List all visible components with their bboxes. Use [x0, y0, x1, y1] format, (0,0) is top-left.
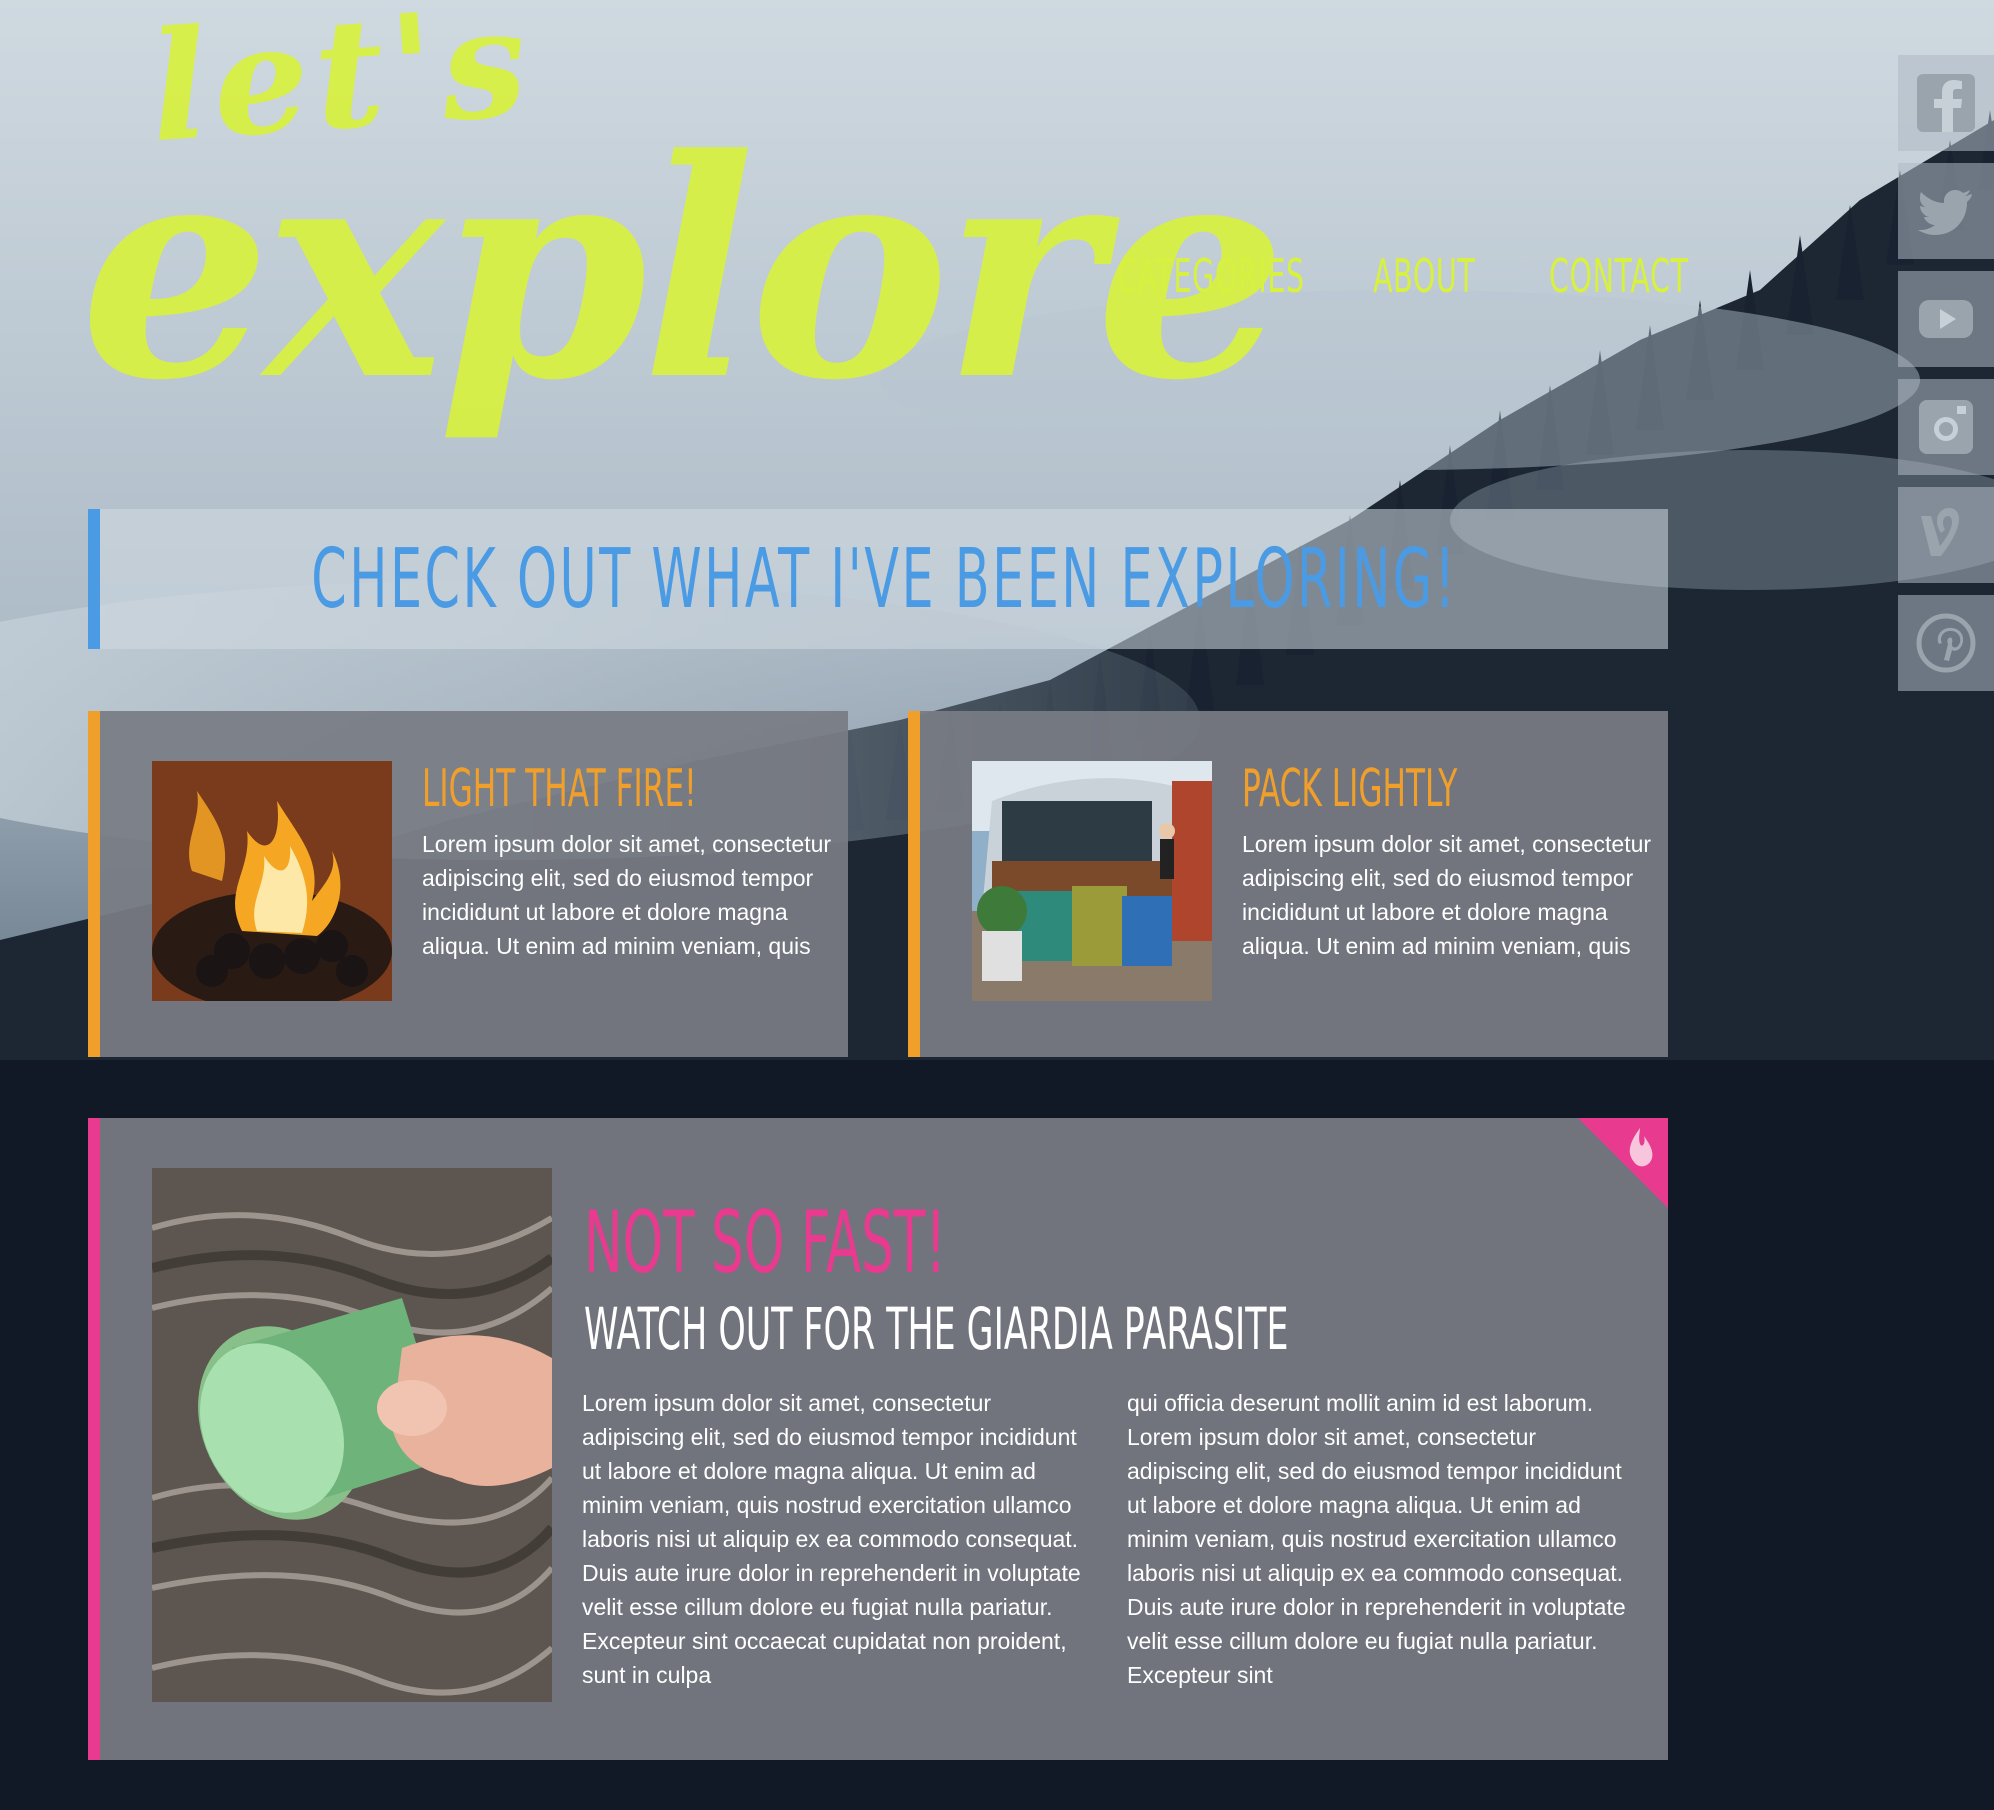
hot-post-flame-icon: [1578, 1118, 1668, 1208]
nav-categories-link[interactable]: Categories: [1117, 246, 1304, 306]
post-card-fire[interactable]: Light that fire! Lorem ipsum dolor sit a…: [88, 711, 848, 1057]
card-title[interactable]: Light that fire!: [422, 761, 697, 817]
post-card-pack[interactable]: Pack Lightly Lorem ipsum dolor sit amet,…: [908, 711, 1668, 1057]
campfire-image: [152, 761, 392, 1001]
youtube-icon: [1919, 300, 1973, 338]
card-body: Lorem ipsum dolor sit amet, consectetur …: [422, 831, 832, 959]
feature-subtitle: Watch out for the giardia parasite: [584, 1295, 1289, 1363]
main-nav: Categories About Contact: [1117, 246, 1739, 306]
card-title[interactable]: Pack Lightly: [1242, 761, 1494, 817]
twitter-button[interactable]: [1898, 163, 1994, 259]
youtube-button[interactable]: [1898, 271, 1994, 367]
vine-icon: [1921, 508, 1959, 556]
twitter-icon: [1918, 190, 1972, 235]
stream-cup-picture: [152, 1168, 552, 1702]
facebook-button[interactable]: [1898, 55, 1994, 151]
explore-banner: Check out what I've been exploring!: [88, 509, 1668, 649]
feature-body-column-2: qui officia deserunt mollit anim id est …: [1127, 1390, 1626, 1688]
facebook-icon: [1917, 74, 1975, 132]
banner-title: Check out what I've been exploring!: [310, 531, 1458, 627]
camping-gear-thumbnail[interactable]: [972, 761, 1212, 1001]
instagram-button[interactable]: [1898, 379, 1994, 475]
logo-explore-text[interactable]: explore: [80, 120, 1286, 420]
nav-about-link[interactable]: About: [1373, 246, 1475, 306]
feature-body-column-1: Lorem ipsum dolor sit amet, consectetur …: [582, 1390, 1081, 1688]
feature-title[interactable]: Not so fast!: [584, 1198, 946, 1288]
vine-button[interactable]: [1898, 487, 1994, 583]
pinterest-icon: [1916, 613, 1976, 673]
pinterest-button[interactable]: [1898, 595, 1994, 691]
social-sidebar: [1898, 55, 1994, 703]
nav-contact-link[interactable]: Contact: [1549, 246, 1688, 306]
campfire-thumbnail[interactable]: [152, 761, 392, 1001]
instagram-icon: [1919, 400, 1973, 454]
camping-gear-image: [972, 761, 1212, 1001]
card-body: Lorem ipsum dolor sit amet, consectetur …: [1242, 831, 1652, 959]
feature-body: Lorem ipsum dolor sit amet, consectetur …: [582, 1386, 1642, 1696]
stream-cup-image[interactable]: [152, 1168, 552, 1702]
feature-card-giardia[interactable]: Not so fast! Watch out for the giardia p…: [88, 1118, 1668, 1760]
